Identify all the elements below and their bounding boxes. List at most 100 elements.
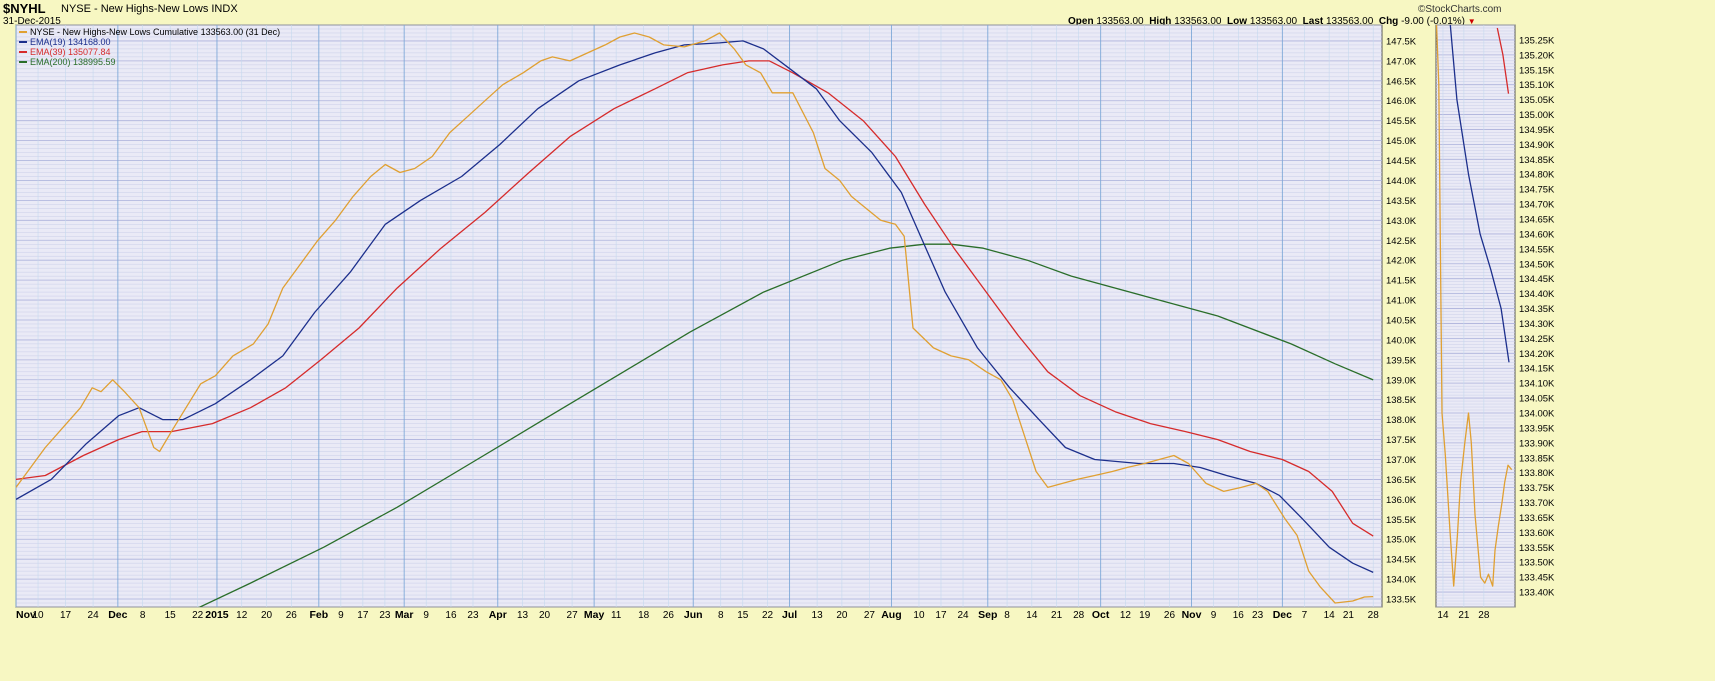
y-tick-label: 135.00K [1519, 110, 1555, 121]
y-tick-label: 133.50K [1519, 558, 1555, 569]
y-tick-label: 143.0K [1386, 216, 1417, 227]
x-tick-label: 8 [1004, 610, 1010, 621]
x-tick-label: Apr [489, 609, 507, 621]
x-tick-label: 28 [1073, 610, 1085, 621]
y-tick-label: 142.0K [1386, 256, 1417, 267]
legend-series-value: 138995.59 [71, 57, 116, 67]
x-tick-label: 21 [1051, 610, 1063, 621]
y-tick-label: 135.15K [1519, 65, 1555, 76]
y-tick-label: 137.5K [1386, 435, 1417, 446]
x-tick-label: 20 [836, 610, 848, 621]
y-tick-label: 135.5K [1386, 515, 1417, 526]
legend-series-name: EMA(200) [30, 57, 71, 67]
y-tick-label: 133.55K [1519, 543, 1555, 554]
x-tick-label: 7 [1302, 610, 1308, 621]
legend-entry: NYSE - New Highs-New Lows Cumulative 133… [30, 27, 280, 37]
y-tick-label: 143.5K [1386, 196, 1417, 207]
x-tick-label: Dec [108, 609, 127, 621]
legend-entry: EMA(39) 135077.84 [30, 47, 111, 57]
y-tick-label: 134.85K [1519, 155, 1555, 166]
y-tick-label: 133.85K [1519, 453, 1555, 464]
x-tick-label: 9 [338, 610, 344, 621]
y-tick-label: 139.0K [1386, 375, 1417, 386]
x-tick-label: 27 [567, 610, 579, 621]
x-tick-label: Mar [395, 609, 414, 621]
y-tick-label: 134.75K [1519, 185, 1555, 196]
x-tick-label: 13 [517, 610, 529, 621]
x-tick-label: 9 [423, 610, 429, 621]
x-tick-label: 14 [1026, 610, 1038, 621]
y-tick-label: 146.5K [1386, 76, 1417, 87]
legend-series-value: 135077.84 [66, 47, 111, 57]
x-tick-label: 23 [379, 610, 391, 621]
y-tick-label: 134.30K [1519, 319, 1555, 330]
x-tick-label: Dec [1273, 609, 1292, 621]
legend-series-value: 134168.00 [66, 37, 111, 47]
x-tick-label: 23 [1252, 610, 1264, 621]
y-tick-label: 134.65K [1519, 215, 1555, 226]
x-tick-label: 22 [762, 610, 774, 621]
x-tick-label: 15 [737, 610, 749, 621]
x-tick-label: 20 [539, 610, 551, 621]
x-tick-label: 26 [1164, 610, 1176, 621]
chart-canvas: 147.5K 147.0K 146.5K 146.0K 145.5K 145.0K 144.… [15, 24, 1555, 621]
y-tick-label: 134.40K [1519, 289, 1555, 300]
x-tick-label: Jun [684, 609, 703, 621]
x-tick-label: 15 [165, 610, 177, 621]
y-tick-label: 137.0K [1386, 455, 1417, 466]
y-tick-label: 135.25K [1519, 35, 1555, 46]
y-tick-label: 134.20K [1519, 349, 1555, 360]
x-tick-label: 24 [88, 610, 100, 621]
x-tick-label: 8 [718, 610, 724, 621]
y-tick-label: 140.5K [1386, 315, 1417, 326]
x-tick-label: Feb [309, 609, 328, 621]
x-tick-label: 26 [286, 610, 298, 621]
y-tick-label: 136.0K [1386, 495, 1417, 506]
y-tick-label: 145.5K [1386, 116, 1417, 127]
y-tick-label: 134.00K [1519, 409, 1555, 420]
y-tick-label: 139.5K [1386, 355, 1417, 366]
y-tick-label: 133.90K [1519, 438, 1555, 449]
y-tick-label: 133.95K [1519, 423, 1555, 434]
x-tick-label: Jul [782, 609, 797, 621]
y-tick-label: 134.70K [1519, 200, 1555, 211]
y-tick-label: 134.25K [1519, 334, 1555, 345]
x-tick-label: 17 [60, 610, 72, 621]
x-tick-label: 10 [32, 610, 44, 621]
y-tick-label: 134.35K [1519, 304, 1555, 315]
x-tick-label: Oct [1092, 609, 1110, 621]
y-tick-label: 134.95K [1519, 125, 1555, 136]
x-tick-label: 10 [913, 610, 925, 621]
x-tick-label: Aug [881, 609, 901, 621]
y-tick-label: 134.90K [1519, 140, 1555, 151]
x-tick-label: 8 [140, 610, 146, 621]
y-tick-label: 138.5K [1386, 395, 1417, 406]
x-tick-label: 18 [638, 610, 650, 621]
x-tick-label: 11 [611, 610, 622, 621]
x-tick-label: Nov [1182, 609, 1202, 621]
y-tick-label: 133.60K [1519, 528, 1555, 539]
x-tick-label: 9 [1211, 610, 1217, 621]
legend-series-value: 133563.00 (31 Dec) [198, 27, 280, 37]
y-tick-label: 141.5K [1386, 276, 1417, 287]
x-tick-label: 22 [192, 610, 204, 621]
y-tick-label: 135.0K [1386, 535, 1417, 546]
y-tick-label: 134.5K [1386, 555, 1417, 566]
y-tick-label: 134.45K [1519, 274, 1555, 285]
y-tick-label: 134.15K [1519, 364, 1555, 375]
x-tick-label: 26 [663, 610, 675, 621]
y-tick-label: 135.10K [1519, 80, 1555, 91]
x-tick-label: 21 [1343, 610, 1355, 621]
x-tick-label: May [584, 609, 605, 621]
y-tick-label: 133.40K [1519, 588, 1555, 599]
x-tick-label: 13 [812, 610, 824, 621]
y-tick-label: 133.65K [1519, 513, 1555, 524]
x-tick-label: 28 [1368, 610, 1380, 621]
x-tick-label: 14 [1437, 610, 1449, 621]
y-tick-label: 133.5K [1386, 595, 1417, 606]
x-tick-label: 14 [1324, 610, 1336, 621]
y-tick-label: 133.80K [1519, 468, 1555, 479]
x-tick-label: 24 [957, 610, 969, 621]
y-tick-label: 134.05K [1519, 394, 1555, 405]
y-tick-label: 134.80K [1519, 170, 1555, 181]
